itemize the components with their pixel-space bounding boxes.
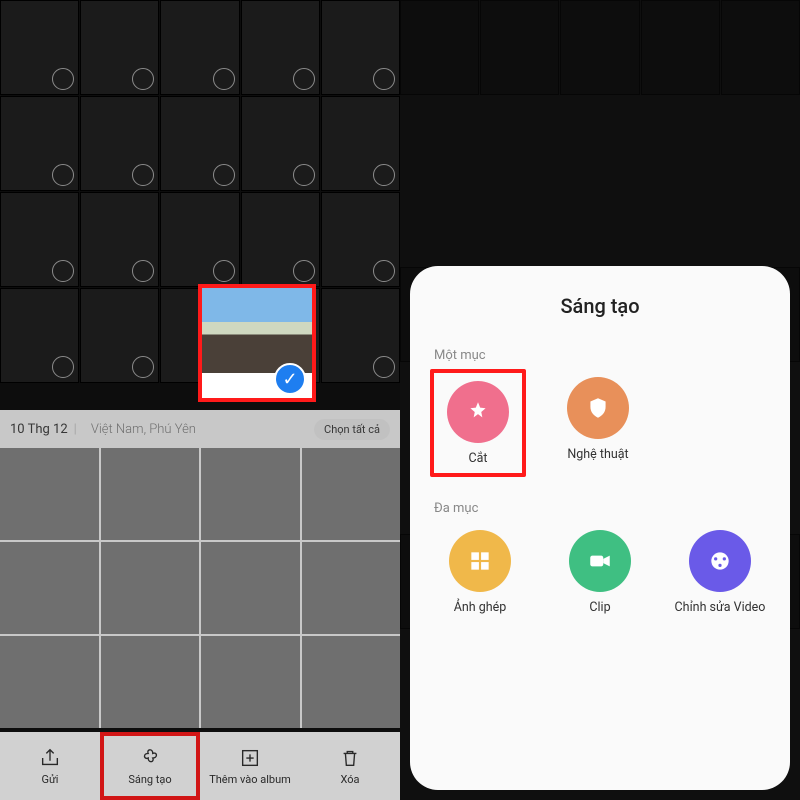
option-collage[interactable]: Ảnh ghép: [434, 530, 526, 616]
location-text: Việt Nam, Phú Yên: [91, 422, 196, 437]
star-icon: [447, 381, 509, 443]
option-cut-label: Cắt: [468, 451, 487, 467]
section-multi-label: Đa mục: [434, 501, 766, 516]
plus-square-icon: [239, 747, 261, 769]
create-button[interactable]: Sáng tạo: [100, 732, 200, 800]
delete-button[interactable]: Xóa: [300, 732, 400, 800]
thumb[interactable]: [101, 636, 200, 728]
thumb[interactable]: [0, 192, 79, 287]
thumb[interactable]: [0, 636, 99, 728]
send-label: Gửi: [42, 773, 59, 786]
thumb[interactable]: [241, 192, 320, 287]
thumb[interactable]: [0, 542, 99, 634]
share-icon: [39, 747, 61, 769]
selected-thumb[interactable]: ✓: [202, 288, 312, 373]
sheet-title: Sáng tạo: [434, 294, 766, 318]
section-single-label: Một mục: [434, 348, 766, 363]
thumb[interactable]: [101, 542, 200, 634]
option-video-edit[interactable]: Chỉnh sửa Video: [674, 530, 766, 616]
flower-icon: [139, 747, 161, 769]
thumb[interactable]: [160, 0, 239, 95]
thumb[interactable]: [80, 96, 159, 191]
thumb[interactable]: [80, 0, 159, 95]
date-header: 10 Thg 12 | Việt Nam, Phú Yên Chọn tất c…: [0, 410, 400, 448]
send-button[interactable]: Gửi: [0, 732, 100, 800]
thumb[interactable]: [201, 636, 300, 728]
option-cut[interactable]: Cắt: [430, 369, 526, 477]
shield-icon: [567, 377, 629, 439]
thumb[interactable]: [160, 192, 239, 287]
thumb[interactable]: [0, 448, 99, 540]
thumb[interactable]: [80, 288, 159, 383]
thumb[interactable]: [0, 288, 79, 383]
option-art[interactable]: Nghệ thuật: [550, 377, 646, 471]
thumb[interactable]: [201, 542, 300, 634]
film-icon: [689, 530, 751, 592]
option-clip-label: Clip: [589, 600, 610, 616]
thumb-grid-lower: [0, 448, 400, 728]
thumb[interactable]: [201, 448, 300, 540]
thumb[interactable]: [241, 0, 320, 95]
thumb[interactable]: [302, 636, 401, 728]
create-bottom-sheet: Sáng tạo Một mục Cắt Nghệ thuật Đa mục: [410, 266, 790, 790]
selected-thumb-highlight: ✓: [198, 284, 316, 402]
thumb[interactable]: [302, 448, 401, 540]
thumb[interactable]: [0, 0, 79, 95]
phone-left-gallery: ✓ 10 Thg 12 | Việt Nam, Phú Yên Chọn tất…: [0, 0, 400, 800]
add-album-button[interactable]: Thêm vào album: [200, 732, 300, 800]
bottom-toolbar: Gửi Sáng tạo Thêm vào album Xóa: [0, 732, 400, 800]
select-all-button[interactable]: Chọn tất cả: [314, 419, 390, 440]
option-clip[interactable]: Clip: [554, 530, 646, 616]
option-art-label: Nghệ thuật: [567, 447, 628, 463]
thumb[interactable]: [0, 96, 79, 191]
add-album-label: Thêm vào album: [209, 773, 291, 786]
thumb[interactable]: [241, 96, 320, 191]
thumb[interactable]: [302, 542, 401, 634]
option-video-edit-label: Chỉnh sửa Video: [675, 600, 766, 616]
thumb[interactable]: [101, 448, 200, 540]
create-label: Sáng tạo: [128, 773, 171, 786]
date-text: 10 Thg 12: [10, 422, 68, 437]
thumb[interactable]: [321, 96, 400, 191]
grid-icon: [449, 530, 511, 592]
option-collage-label: Ảnh ghép: [454, 600, 507, 616]
checkmark-icon: ✓: [274, 363, 306, 395]
phone-right-create-sheet: Sáng tạo Một mục Cắt Nghệ thuật Đa mục: [400, 0, 800, 800]
thumb[interactable]: [80, 192, 159, 287]
thumb[interactable]: [321, 0, 400, 95]
trash-icon: [339, 747, 361, 769]
video-icon: [569, 530, 631, 592]
thumb[interactable]: [160, 96, 239, 191]
thumb[interactable]: [321, 288, 400, 383]
thumb[interactable]: [321, 192, 400, 287]
delete-label: Xóa: [340, 773, 359, 786]
